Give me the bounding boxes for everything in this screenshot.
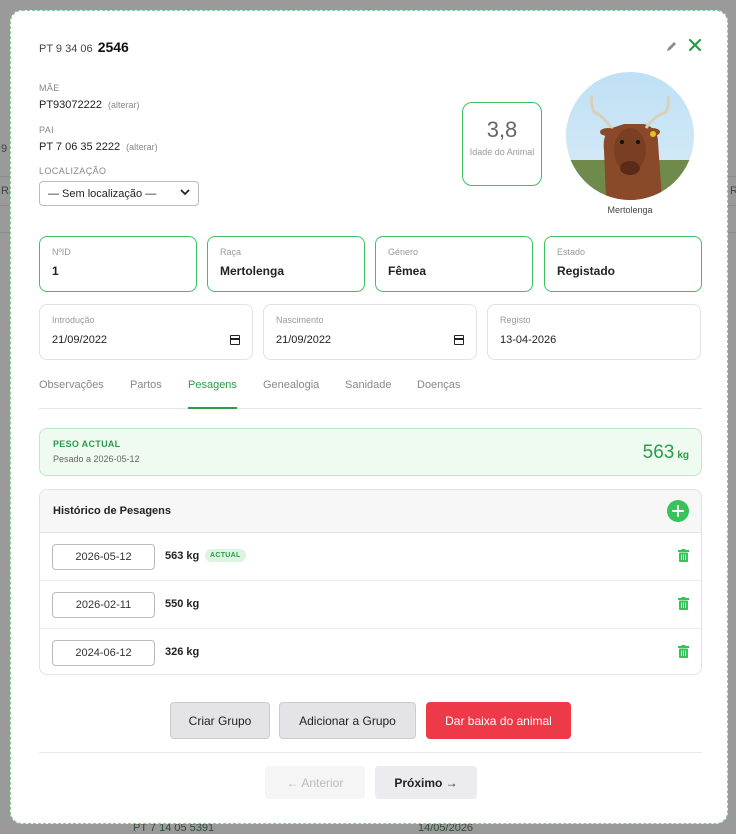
nascimento-date-input[interactable]: 21/09/2022 — [276, 334, 464, 346]
field-label: Nascimento — [276, 315, 324, 325]
tab-observacoes[interactable]: Observações — [39, 379, 104, 409]
bg-edge-text: 9 — [1, 143, 8, 155]
calendar-icon[interactable] — [454, 335, 464, 345]
location-select[interactable]: — Sem localização — — [39, 181, 199, 206]
current-weight-date: Pesado a 2026-05-12 — [53, 454, 140, 464]
field-label: Género — [388, 247, 419, 257]
field-registo: Registo 13-04-2026 — [487, 304, 701, 360]
date-value: 13-04-2026 — [500, 334, 557, 346]
divider — [39, 752, 702, 753]
calendar-icon[interactable] — [230, 335, 240, 345]
field-label: Introdução — [52, 315, 95, 325]
current-weight-value: 563 kg — [643, 442, 689, 464]
weight-date-input[interactable]: 2024-06-12 — [52, 640, 155, 666]
location-selected: — Sem localização — — [48, 187, 157, 200]
current-weight-label: PESO ACTUAL — [53, 439, 121, 449]
chevron-down-icon — [180, 188, 190, 199]
previous-button[interactable]: ← Anterior — [265, 766, 365, 799]
weight-unit: kg — [677, 450, 689, 461]
weight-value: 326 kg — [165, 646, 200, 658]
next-button[interactable]: Próximo → — [375, 766, 477, 799]
animal-id-prefix: PT 9 34 06 — [39, 43, 93, 55]
weight-value: 563 kg — [165, 550, 200, 562]
animal-id: PT 9 34 06 2546 — [39, 39, 129, 55]
field-label: Estado — [557, 247, 586, 257]
trash-icon[interactable] — [678, 597, 689, 610]
field-label: NºID — [52, 247, 71, 257]
status-badge: ACTUAL — [205, 549, 246, 562]
pencil-icon[interactable] — [666, 40, 680, 54]
animal-detail-modal: PT 9 34 06 2546 MÃE PT93072222 (alterar) … — [10, 10, 728, 824]
registo-value: 13-04-2026 — [500, 334, 688, 346]
tab-partos[interactable]: Partos — [130, 379, 162, 409]
current-weight-card: PESO ACTUAL Pesado a 2026-05-12 563 kg — [39, 428, 702, 476]
date-value: 21/09/2022 — [276, 334, 332, 346]
field-nascimento: Nascimento 21/09/2022 — [263, 304, 477, 360]
field-genero: Género Fêmea — [375, 236, 533, 292]
bg-edge-text: Ra — [730, 185, 736, 197]
pai-alterar-link[interactable]: (alterar) — [126, 142, 158, 152]
weight-history-title: Histórico de Pesagens — [53, 505, 171, 517]
field-value: Fêmea — [388, 264, 427, 278]
weight-value: 550 kg — [165, 598, 200, 610]
tab-genealogia[interactable]: Genealogia — [263, 379, 319, 409]
animal-id-number: 2546 — [97, 39, 129, 55]
mae-label: MÃE — [39, 83, 60, 93]
trash-icon[interactable] — [678, 645, 689, 658]
weight-history: Histórico de Pesagens 2026-05-12 563 kg … — [39, 489, 702, 675]
location-label: LOCALIZAÇÃO — [39, 166, 107, 176]
tab-doencas[interactable]: Doenças — [417, 379, 460, 409]
weight-date-input[interactable]: 2026-02-11 — [52, 592, 155, 618]
remove-animal-button[interactable]: Dar baixa do animal — [426, 702, 571, 739]
tab-bar: Observações Partos Pesagens Genealogia S… — [39, 379, 702, 409]
mae-id: PT93072222 — [39, 99, 102, 111]
pai-label: PAI — [39, 125, 55, 135]
mae-value: PT93072222 (alterar) — [39, 99, 140, 111]
tab-sanidade[interactable]: Sanidade — [345, 379, 392, 409]
date-value: 21/09/2022 — [52, 334, 108, 346]
add-to-group-button[interactable]: Adicionar a Grupo — [279, 702, 416, 739]
field-introducao: Introdução 21/09/2022 — [39, 304, 253, 360]
field-nid: NºID 1 — [39, 236, 197, 292]
age-card: 3,8 Idade do Animal — [462, 102, 542, 186]
list-item: 2024-06-12 326 kg — [40, 629, 701, 674]
trash-icon[interactable] — [678, 549, 689, 562]
pai-id: PT 7 06 35 2222 — [39, 141, 121, 153]
introducao-date-input[interactable]: 21/09/2022 — [52, 334, 240, 346]
field-label: Raça — [220, 247, 242, 257]
field-raca: Raça Mertolenga — [207, 236, 365, 292]
weight-history-header: Histórico de Pesagens — [40, 490, 701, 533]
mae-alterar-link[interactable]: (alterar) — [108, 100, 140, 110]
field-value: Registado — [557, 264, 616, 278]
list-item: 2026-02-11 550 kg — [40, 581, 701, 629]
age-label: Idade do Animal — [469, 147, 535, 157]
weight-date-input[interactable]: 2026-05-12 — [52, 544, 155, 570]
animal-photo — [566, 72, 694, 200]
field-value: Mertolenga — [220, 264, 285, 278]
field-value: 1 — [52, 264, 59, 278]
photo-caption: Mertolenga — [607, 205, 653, 215]
tab-pesagens[interactable]: Pesagens — [188, 379, 237, 409]
create-group-button[interactable]: Criar Grupo — [170, 702, 270, 739]
field-estado: Estado Registado — [544, 236, 702, 292]
list-item: 2026-05-12 563 kg ACTUAL — [40, 533, 701, 581]
pai-value: PT 7 06 35 2222 (alterar) — [39, 141, 158, 153]
field-label: Registo — [500, 315, 531, 325]
age-value: 3,8 — [486, 117, 518, 142]
weight-number: 563 — [642, 442, 675, 463]
add-weight-icon[interactable] — [667, 500, 689, 522]
close-icon[interactable] — [688, 37, 706, 55]
